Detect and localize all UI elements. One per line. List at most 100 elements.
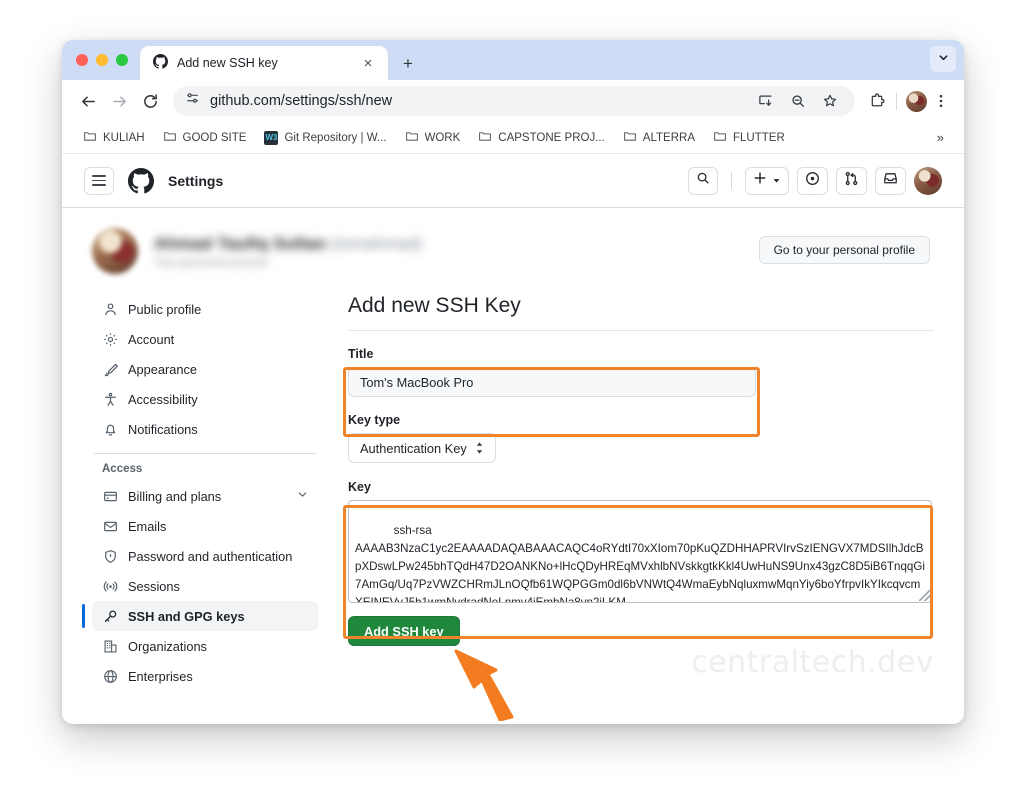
pull-requests-button[interactable] xyxy=(836,166,867,195)
sidebar-item-accessibility[interactable]: Accessibility xyxy=(92,384,318,414)
folder-icon xyxy=(713,129,727,146)
sidebar-item-label: Account xyxy=(128,331,175,347)
resize-grip-icon[interactable] xyxy=(919,590,930,601)
sidebar-item-enterprises[interactable]: Enterprises xyxy=(92,661,318,691)
account-subtitle: Your personal account xyxy=(154,256,269,269)
bookmark-flutter[interactable]: FLUTTER xyxy=(706,125,792,150)
go-to-personal-profile-button[interactable]: Go to your personal profile xyxy=(758,236,930,264)
browser-tab-active[interactable]: Add new SSH key × xyxy=(140,46,388,80)
sidebar-item-label: Billing and plans xyxy=(128,488,222,504)
github-mark-icon xyxy=(153,54,168,72)
sidebar-item-label: Public profile xyxy=(128,301,202,317)
sidebar-item-emails[interactable]: Emails xyxy=(92,511,318,541)
site-settings-icon[interactable] xyxy=(185,91,200,111)
add-ssh-key-button[interactable]: Add SSH key xyxy=(348,616,460,646)
search-button[interactable] xyxy=(688,166,718,195)
key-type-field-label: Key type xyxy=(348,413,401,427)
url-text: github.com/settings/ssh/new xyxy=(210,93,393,109)
bookmark-label: ALTERRA xyxy=(642,131,695,144)
bookmark-good-site[interactable]: GOOD SITE xyxy=(156,125,254,150)
inbox-button[interactable] xyxy=(875,166,906,195)
reload-button[interactable] xyxy=(136,87,164,115)
bookmark-git-repository[interactable]: W3 Git Repository | W... xyxy=(257,127,393,149)
title-input[interactable]: Tom's MacBook Pro xyxy=(348,367,756,397)
annotation-arrow xyxy=(454,649,514,721)
account-identity: Ahmad Taufiq Sultan (tomahmad) Your pers… xyxy=(154,234,423,269)
github-page: Settings Ahmad Taufiq Sultan (tomahmad) … xyxy=(62,154,964,722)
bookmark-alterra[interactable]: ALTERRA xyxy=(616,125,702,150)
minimize-window-button[interactable] xyxy=(96,54,108,66)
sidebar-item-ssh-and-gpg-keys[interactable]: SSH and GPG keys xyxy=(82,601,318,631)
sidebar-item-password-and-authentication[interactable]: Password and authentication xyxy=(92,541,318,571)
bookmark-work[interactable]: WORK xyxy=(398,125,468,150)
key-field-label: Key xyxy=(348,480,371,494)
page-title: Settings xyxy=(168,172,224,189)
bookmark-capstone-project[interactable]: CAPSTONE PROJ... xyxy=(471,125,612,150)
bell-icon xyxy=(102,421,118,437)
bookmark-label: KULIAH xyxy=(103,131,145,144)
install-app-icon[interactable] xyxy=(755,90,777,112)
sidebar-item-appearance[interactable]: Appearance xyxy=(92,354,318,384)
forward-button[interactable] xyxy=(105,87,133,115)
sort-arrows-icon xyxy=(475,441,484,455)
address-bar[interactable]: github.com/settings/ssh/new xyxy=(173,86,855,116)
tab-search-button[interactable] xyxy=(930,46,956,72)
create-new-button[interactable] xyxy=(745,166,789,195)
hamburger-icon[interactable] xyxy=(84,166,114,195)
shield-icon xyxy=(102,548,118,564)
browser-profile-avatar[interactable] xyxy=(905,90,927,112)
new-tab-button[interactable]: + xyxy=(397,52,419,74)
search-icon xyxy=(696,171,710,190)
sidebar-item-label: Emails xyxy=(128,518,167,534)
screenshot-root: Add new SSH key × + github.com/settings/… xyxy=(0,0,1024,802)
back-button[interactable] xyxy=(74,87,102,115)
form-heading: Add new SSH Key xyxy=(348,294,521,317)
gear-icon xyxy=(102,331,118,347)
sidebar-item-organizations[interactable]: Organizations xyxy=(92,631,318,661)
sidebar-group-access: Access xyxy=(102,463,143,475)
maximize-window-button[interactable] xyxy=(116,54,128,66)
github-header-actions xyxy=(688,166,942,195)
folder-icon xyxy=(163,129,177,146)
mail-icon xyxy=(102,518,118,534)
key-textarea-value: ssh-rsa AAAAB3NzaC1yc2EAAAADAQABAAACAQC4… xyxy=(355,524,925,603)
avatar xyxy=(92,228,138,274)
sidebar-item-label: Accessibility xyxy=(128,391,198,407)
key-type-select[interactable]: Authentication Key xyxy=(348,433,496,463)
folder-icon xyxy=(623,129,637,146)
sidebar-item-public-profile[interactable]: Public profile xyxy=(92,294,318,324)
issue-opened-icon xyxy=(805,171,820,191)
sidebar-item-billing-and-plans[interactable]: Billing and plans xyxy=(92,481,318,511)
chevron-down-icon xyxy=(938,50,949,68)
window-controls xyxy=(74,40,140,80)
inbox-icon xyxy=(883,171,898,191)
bookmarks-overflow-button[interactable]: » xyxy=(931,126,950,149)
key-icon xyxy=(102,608,118,624)
chevron-down-icon[interactable] xyxy=(297,489,308,503)
credit-card-icon xyxy=(102,488,118,504)
close-tab-icon[interactable]: × xyxy=(357,52,379,74)
close-window-button[interactable] xyxy=(76,54,88,66)
bookmark-label: FLUTTER xyxy=(733,131,785,144)
bookmark-kuliah[interactable]: KULIAH xyxy=(76,125,152,150)
user-avatar[interactable] xyxy=(914,166,942,195)
zoom-out-icon[interactable] xyxy=(787,90,809,112)
sidebar-item-sessions[interactable]: Sessions xyxy=(92,571,318,601)
sidebar-item-notifications[interactable]: Notifications xyxy=(92,414,318,444)
github-mark-icon[interactable] xyxy=(128,167,154,194)
browser-toolbar: github.com/settings/ssh/new xyxy=(62,80,964,122)
heading-divider xyxy=(348,330,934,331)
github-header: Settings xyxy=(62,154,964,208)
extensions-puzzle-icon[interactable] xyxy=(866,90,888,112)
folder-icon xyxy=(83,129,97,146)
bookmarks-bar: KULIAH GOOD SITE W3 Git Repository | W..… xyxy=(62,122,964,154)
folder-icon xyxy=(478,129,492,146)
star-icon[interactable] xyxy=(819,90,841,112)
three-dot-menu-icon[interactable] xyxy=(930,90,952,112)
sidebar-item-account[interactable]: Account xyxy=(92,324,318,354)
issues-button[interactable] xyxy=(797,166,828,195)
key-textarea[interactable]: ssh-rsa AAAAB3NzaC1yc2EAAAADAQABAAACAQC4… xyxy=(348,500,932,603)
watermark: centraltech.dev xyxy=(691,645,934,680)
toolbar-divider xyxy=(896,92,897,110)
sidebar-item-label: Notifications xyxy=(128,421,198,437)
